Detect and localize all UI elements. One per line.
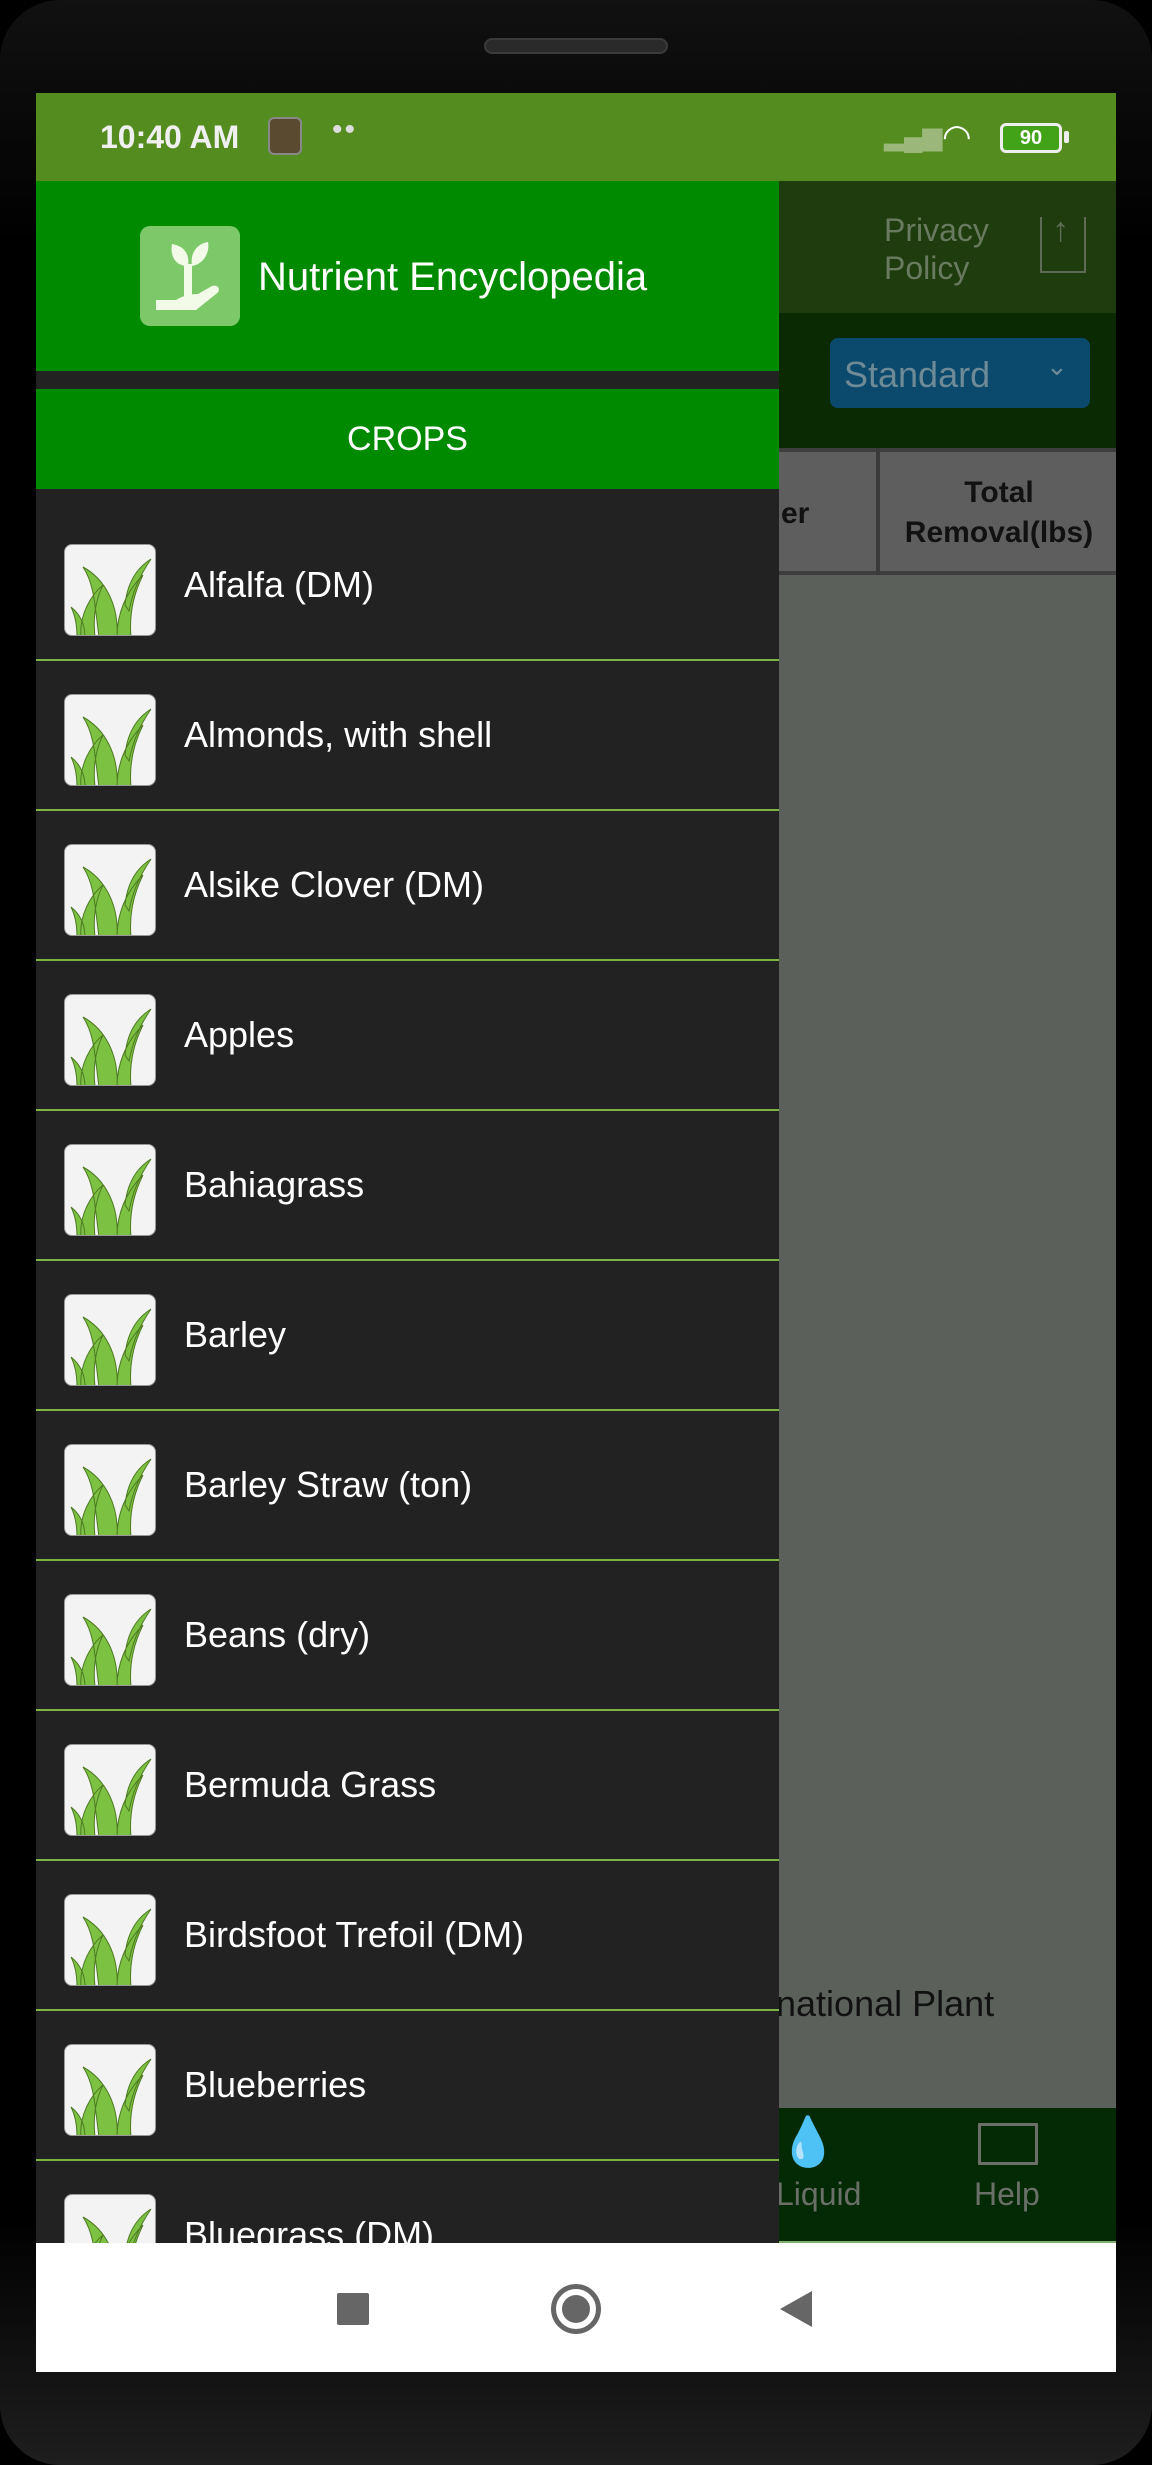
crop-list-item[interactable]: Bahiagrass [36, 1111, 779, 1261]
grass-icon [64, 1294, 156, 1386]
grass-icon [64, 2044, 156, 2136]
battery-tip [1064, 131, 1069, 143]
share-arrow-icon: ↑ [1052, 211, 1069, 249]
crop-list-item[interactable]: Almonds, with shell [36, 661, 779, 811]
crop-label: Apples [184, 1014, 295, 1055]
status-bar: 10:40 AM •• ▂▄▆ ◠ 90 [36, 93, 1116, 181]
crop-list-item[interactable]: Beans (dry) [36, 1561, 779, 1711]
column-divider [876, 448, 880, 575]
crop-list-item[interactable]: Blueberries [36, 2011, 779, 2161]
crop-label: Barley Straw (ton) [184, 1464, 473, 1505]
app-notification-icon [268, 117, 302, 155]
crop-label: Alfalfa (DM) [184, 564, 375, 605]
speaker-grille [484, 38, 668, 54]
column-header-total-removal: Total Removal(lbs) [904, 476, 1094, 549]
drawer-header: Nutrient Encyclopedia [36, 181, 779, 371]
recents-button[interactable] [337, 2293, 369, 2325]
liquid-drop-icon: 💧 [778, 2116, 838, 2169]
crop-list-item[interactable]: Alsike Clover (DM) [36, 811, 779, 961]
grass-icon [64, 994, 156, 1086]
screen: 10:40 AM •• ▂▄▆ ◠ 90 Privacy Policy ↑ St… [36, 93, 1116, 2372]
grass-icon [64, 1144, 156, 1236]
grass-icon [64, 844, 156, 936]
home-button[interactable] [551, 2284, 601, 2334]
crop-label: Blueberries [184, 2064, 367, 2105]
crop-list: Alfalfa (DM) Almonds, with shell Alsike Cl… [36, 511, 779, 2311]
crop-label: Almonds, with shell [184, 714, 493, 755]
crop-list-item[interactable]: Apples [36, 961, 779, 1111]
back-button[interactable] [780, 2291, 812, 2327]
crop-label: Bermuda Grass [184, 1764, 437, 1805]
grass-icon [64, 694, 156, 786]
drawer-title: Nutrient Encyclopedia [258, 255, 648, 299]
chevron-down-icon: ⌄ [1046, 351, 1068, 381]
column-header: er [781, 497, 810, 530]
presentation-board-icon [978, 2123, 1038, 2165]
wifi-icon: ◠ [942, 118, 972, 156]
crop-label: Barley [184, 1314, 287, 1355]
crop-list-item[interactable]: Birdsfoot Trefoil (DM) [36, 1861, 779, 2011]
crop-list-item[interactable]: Barley [36, 1261, 779, 1411]
privacy-policy-link[interactable]: Privacy Policy [884, 211, 1004, 287]
grass-icon [64, 544, 156, 636]
grass-icon [64, 1594, 156, 1686]
nav-liquid[interactable]: Liquid [776, 2176, 861, 2213]
crops-section-header[interactable]: CROPS [36, 389, 779, 489]
body-text: national Plant [776, 1983, 995, 2024]
nav-help[interactable]: Help [974, 2176, 1040, 2213]
crop-list-item[interactable]: Bermuda Grass [36, 1711, 779, 1861]
signal-icon: ▂▄▆ [884, 121, 943, 151]
crop-label: Birdsfoot Trefoil (DM) [184, 1914, 525, 1955]
grass-icon [64, 1444, 156, 1536]
clock: 10:40 AM [100, 119, 240, 155]
crop-list-item[interactable]: Barley Straw (ton) [36, 1411, 779, 1561]
navigation-drawer: Nutrient Encyclopedia CROPS Alfalfa (DM)… [36, 181, 779, 2372]
grass-icon [64, 1894, 156, 1986]
plant-in-hand-logo-icon [140, 226, 240, 326]
crop-label: Bahiagrass [184, 1164, 365, 1205]
grass-icon [64, 1744, 156, 1836]
crop-label: Beans (dry) [184, 1614, 371, 1655]
battery-icon: 90 [1000, 123, 1062, 153]
crop-label: Alsike Clover (DM) [184, 864, 485, 905]
crop-list-item[interactable]: Alfalfa (DM) [36, 511, 779, 661]
more-notifications-icon: •• [332, 113, 358, 146]
